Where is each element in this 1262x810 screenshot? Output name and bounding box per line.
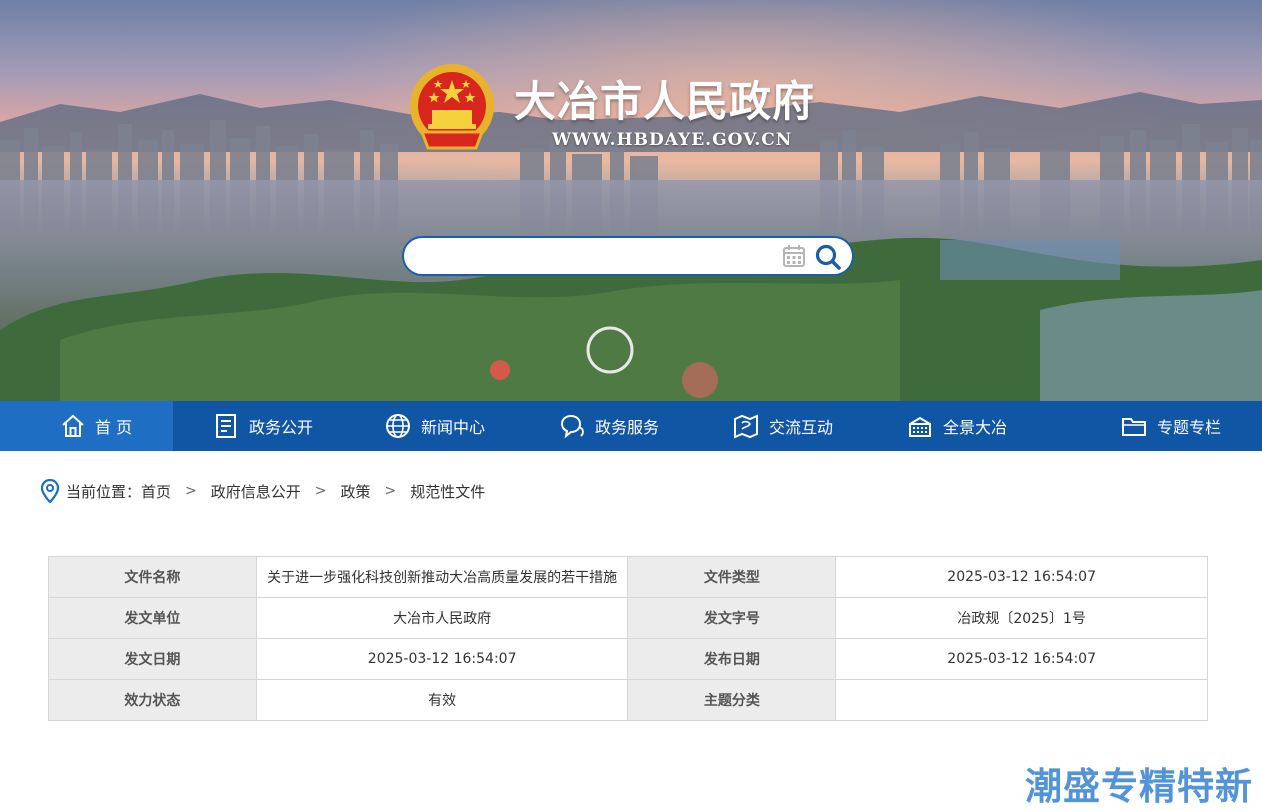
panorama-icon xyxy=(909,416,931,437)
value-issue-date: 2025-03-12 16:54:07 xyxy=(255,638,629,680)
breadcrumb-normative-docs[interactable]: 规范性文件 xyxy=(410,481,485,502)
breadcrumb-separator: > xyxy=(314,483,327,499)
nav-label-special: 专题专栏 xyxy=(1157,418,1222,437)
breadcrumb-separator: > xyxy=(384,483,397,499)
chat-icon xyxy=(560,414,584,439)
label-topic: 主题分类 xyxy=(627,679,837,721)
watermark: 潮盛专精特新 xyxy=(1025,765,1253,808)
document-info-table: 文件名称 关于进一步强化科技创新推动大冶高质量发展的若干措施 文件类型 2025… xyxy=(48,556,1208,721)
breadcrumb-prefix: 当前位置： xyxy=(66,482,142,501)
nav-item-interaction[interactable]: 交流互动 xyxy=(693,401,867,451)
label-publish-date: 发布日期 xyxy=(627,638,837,680)
label-validity: 效力状态 xyxy=(48,679,257,721)
calendar-icon[interactable] xyxy=(782,244,806,268)
nav-item-special[interactable]: 专题专栏 xyxy=(1041,401,1262,451)
home-icon xyxy=(62,414,84,437)
breadcrumb-home[interactable]: 首页 xyxy=(141,481,171,502)
nav-item-news[interactable]: 新闻中心 xyxy=(345,401,519,451)
search-input[interactable] xyxy=(420,244,770,270)
value-doc-type: 2025-03-12 16:54:07 xyxy=(835,556,1208,598)
value-validity: 有效 xyxy=(255,679,629,721)
label-doc-name: 文件名称 xyxy=(48,556,257,598)
nav-label-news: 新闻中心 xyxy=(421,418,486,437)
value-doc-number: 冶政规〔2025〕1号 xyxy=(835,597,1208,639)
search-icon[interactable] xyxy=(814,243,842,271)
globe-icon xyxy=(386,414,410,438)
value-topic xyxy=(835,679,1208,721)
table-row: 发文日期 2025-03-12 16:54:07 发布日期 2025-03-12… xyxy=(48,638,1208,680)
nav-item-home[interactable]: 首 页 xyxy=(0,401,173,451)
breadcrumb-separator: > xyxy=(185,483,197,499)
nav-label-gov-affairs: 政务公开 xyxy=(249,418,314,437)
nav-label-services: 政务服务 xyxy=(595,418,660,437)
site-url: WWW.HBDAYE.GOV.CN xyxy=(552,130,793,150)
map-icon xyxy=(734,414,758,439)
nav-label-interaction: 交流互动 xyxy=(769,418,834,437)
folder-icon xyxy=(1122,418,1146,436)
label-issuer: 发文单位 xyxy=(48,597,257,639)
nav-item-services[interactable]: 政务服务 xyxy=(519,401,693,451)
location-pin-icon xyxy=(40,479,60,503)
nav-item-gov-affairs[interactable]: 政务公开 xyxy=(173,401,345,451)
breadcrumb: 当前位置： 首页 > 政府信息公开 > 政策 > 规范性文件 xyxy=(40,478,485,504)
search-box xyxy=(402,236,854,276)
label-doc-number: 发文字号 xyxy=(627,597,837,639)
breadcrumb-policy[interactable]: 政策 xyxy=(341,481,371,502)
national-emblem-icon xyxy=(410,64,494,150)
main-nav: 首 页 政务公开 新闻中心 政务服务 交流互动 全景大冶 专题专栏 xyxy=(0,401,1262,451)
nav-label-home: 首 页 xyxy=(95,418,133,437)
value-publish-date: 2025-03-12 16:54:07 xyxy=(835,638,1208,680)
nav-item-panorama[interactable]: 全景大冶 xyxy=(867,401,1041,451)
label-doc-type: 文件类型 xyxy=(627,556,837,598)
table-row: 发文单位 大冶市人民政府 发文字号 冶政规〔2025〕1号 xyxy=(48,597,1208,639)
nav-label-panorama: 全景大冶 xyxy=(943,418,1008,437)
site-title: 大冶市人民政府 xyxy=(514,77,816,126)
breadcrumb-gov-info[interactable]: 政府信息公开 xyxy=(211,481,301,502)
table-row: 效力状态 有效 主题分类 xyxy=(48,679,1208,721)
label-issue-date: 发文日期 xyxy=(48,638,257,680)
header-banner: 大冶市人民政府 WWW.HBDAYE.GOV.CN xyxy=(0,0,1262,401)
table-row: 文件名称 关于进一步强化科技创新推动大冶高质量发展的若干措施 文件类型 2025… xyxy=(48,556,1208,598)
document-icon xyxy=(216,414,236,438)
value-doc-name: 关于进一步强化科技创新推动大冶高质量发展的若干措施 xyxy=(255,556,629,598)
value-issuer: 大冶市人民政府 xyxy=(255,597,629,639)
